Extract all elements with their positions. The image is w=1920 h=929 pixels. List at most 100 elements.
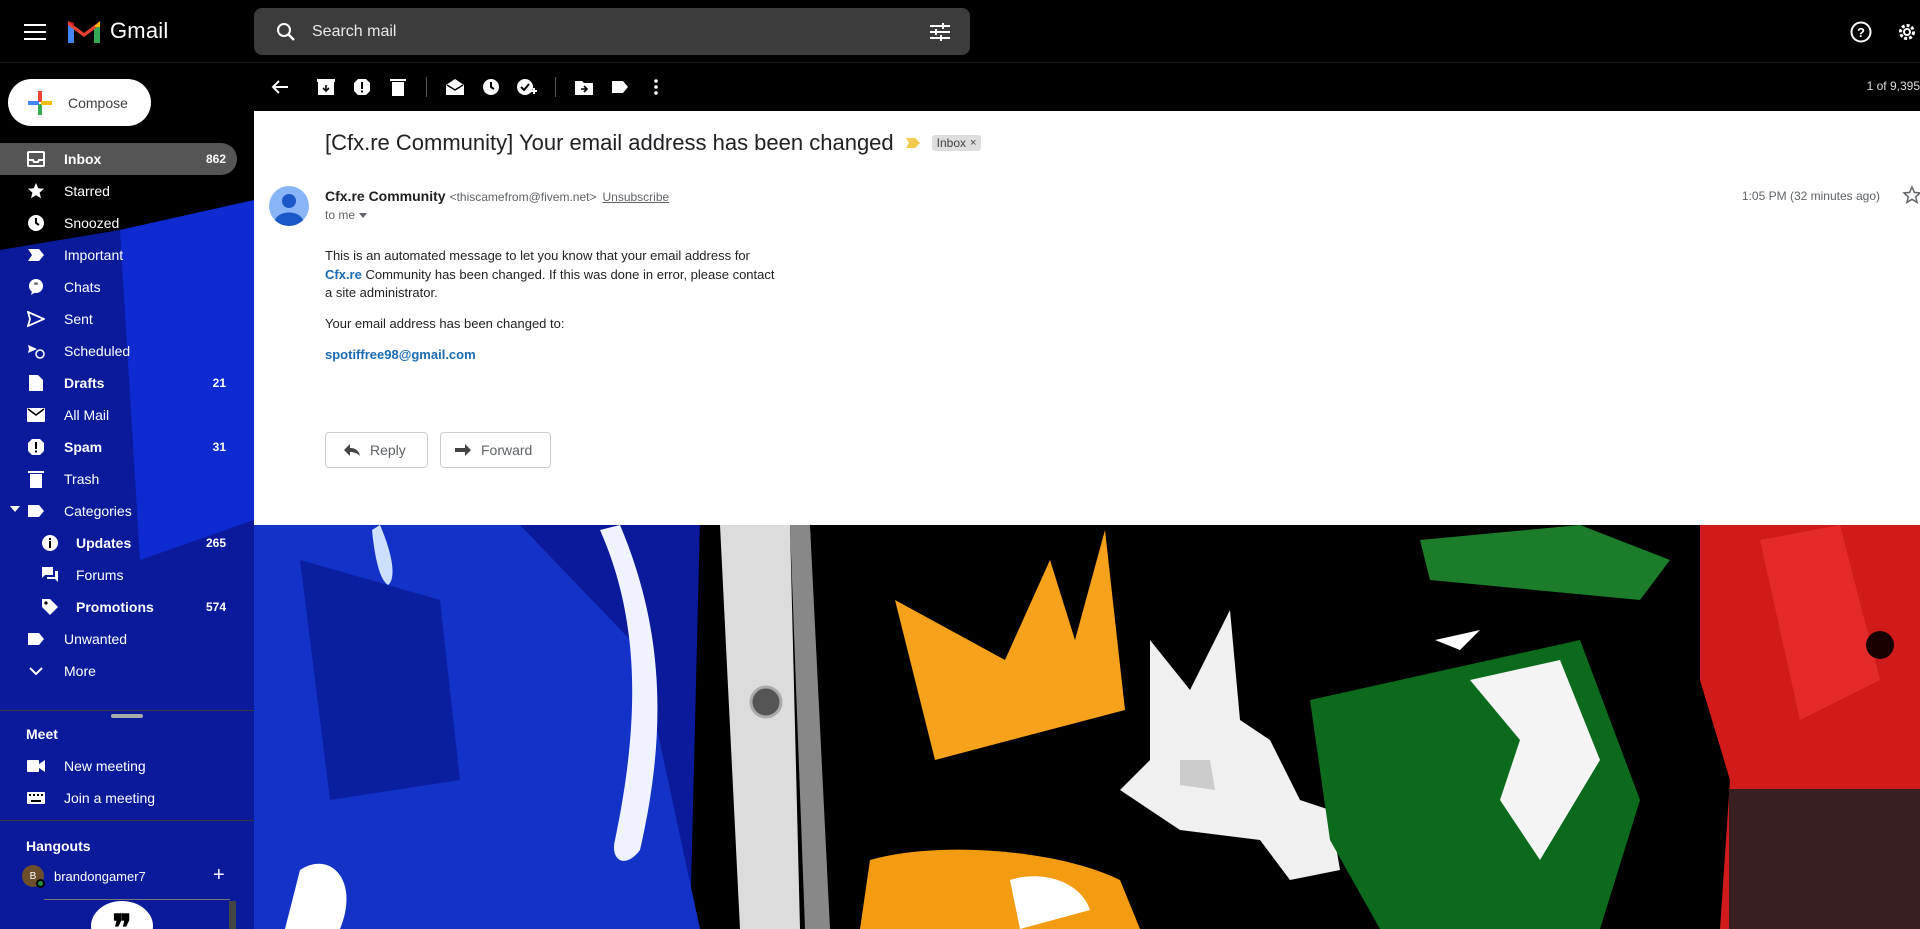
sidebar-item-label: Snoozed bbox=[64, 215, 120, 231]
chat-icon: " bbox=[26, 277, 46, 297]
body-paragraph: Your email address has been changed to: bbox=[325, 315, 565, 331]
avatar: B bbox=[22, 865, 45, 888]
inbox-label-chip[interactable]: Inbox × bbox=[931, 135, 982, 151]
keyboard-icon bbox=[26, 788, 46, 808]
sidebar-item-categories[interactable]: Categories bbox=[0, 495, 254, 527]
archive-button[interactable] bbox=[308, 69, 344, 105]
sidebar-item-updates[interactable]: Updates 265 bbox=[0, 527, 254, 559]
snooze-button[interactable] bbox=[473, 69, 509, 105]
task-add-icon bbox=[517, 79, 537, 95]
archive-icon bbox=[317, 79, 335, 95]
report-spam-button[interactable] bbox=[344, 69, 380, 105]
back-button[interactable] bbox=[262, 69, 298, 105]
search-box[interactable] bbox=[254, 8, 970, 55]
sidebar: Compose Inbox 862 Starred Snoozed Import… bbox=[0, 63, 254, 929]
forward-label: Forward bbox=[481, 442, 533, 458]
add-to-tasks-button[interactable] bbox=[509, 69, 545, 105]
top-bar: Gmail ? bbox=[0, 0, 1920, 63]
sidebar-item-inbox[interactable]: Inbox 862 bbox=[0, 143, 237, 175]
hangouts-user[interactable]: B brandongamer7 bbox=[22, 861, 146, 891]
reply-button[interactable]: Reply bbox=[325, 432, 428, 468]
compose-button[interactable]: Compose bbox=[8, 79, 151, 126]
recipient-details-toggle[interactable]: to me bbox=[325, 208, 368, 222]
labels-button[interactable] bbox=[602, 69, 638, 105]
message-subject-row: [Cfx.re Community] Your email address ha… bbox=[325, 130, 982, 156]
mail-open-icon bbox=[446, 79, 464, 95]
mark-unread-button[interactable] bbox=[437, 69, 473, 105]
sidebar-item-promotions[interactable]: Promotions 574 bbox=[0, 591, 254, 623]
sidebar-item-unwanted[interactable]: Unwanted bbox=[0, 623, 254, 655]
search-icon[interactable] bbox=[268, 14, 304, 50]
sidebar-item-label: More bbox=[64, 663, 96, 679]
sidebar-item-label: Trash bbox=[64, 471, 100, 487]
forward-button[interactable]: Forward bbox=[440, 432, 551, 468]
sidebar-item-more[interactable]: More bbox=[0, 655, 254, 687]
gmail-logo[interactable]: Gmail bbox=[66, 17, 168, 45]
svg-text:?: ? bbox=[1857, 25, 1865, 40]
recipient-label: to me bbox=[325, 208, 356, 222]
search-input[interactable] bbox=[312, 22, 922, 41]
forum-icon bbox=[40, 565, 60, 585]
delete-button[interactable] bbox=[380, 69, 416, 105]
sidebar-item-sent[interactable]: Sent bbox=[0, 303, 254, 335]
sidebar-item-forums[interactable]: Forums bbox=[0, 559, 254, 591]
overlay-panel bbox=[1729, 789, 1920, 929]
sidebar-item-starred[interactable]: Starred bbox=[0, 175, 254, 207]
message-subject: [Cfx.re Community] Your email address ha… bbox=[325, 130, 894, 155]
scrollbar[interactable] bbox=[229, 901, 236, 929]
sidebar-item-trash[interactable]: Trash bbox=[0, 463, 254, 495]
new-email-link[interactable]: spotiffree98@gmail.com bbox=[325, 347, 476, 362]
sidebar-item-label: Updates bbox=[76, 535, 132, 551]
remove-label-button[interactable]: × bbox=[970, 137, 976, 149]
unread-count: 21 bbox=[212, 376, 226, 390]
important-marker-icon[interactable] bbox=[905, 138, 920, 148]
main-menu-button[interactable] bbox=[17, 14, 53, 50]
join-meeting-label: Join a meeting bbox=[64, 790, 156, 806]
join-meeting-button[interactable]: Join a meeting bbox=[26, 782, 155, 814]
clock-icon bbox=[483, 79, 499, 95]
meet-section-title: Meet bbox=[26, 726, 58, 742]
more-vert-icon bbox=[654, 79, 658, 95]
trash-icon bbox=[390, 79, 406, 96]
sidebar-item-scheduled[interactable]: Scheduled bbox=[0, 335, 254, 367]
sender-avatar[interactable] bbox=[269, 186, 309, 226]
sidebar-item-label: Inbox bbox=[64, 151, 102, 167]
body-text-part: Community has been changed. If this was … bbox=[325, 266, 775, 301]
sidebar-item-chats[interactable]: " Chats bbox=[0, 271, 254, 303]
star-outline-icon bbox=[1902, 185, 1920, 204]
cfx-link[interactable]: Cfx.re bbox=[325, 267, 362, 282]
pagination-count: 1 of 9,395 bbox=[1866, 79, 1920, 93]
nav-list: Inbox 862 Starred Snoozed Important " Ch… bbox=[0, 143, 254, 687]
trash-icon bbox=[26, 469, 46, 489]
sidebar-item-label: Spam bbox=[64, 439, 103, 455]
gear-icon[interactable] bbox=[1889, 14, 1920, 50]
sidebar-item-snoozed[interactable]: Snoozed bbox=[0, 207, 254, 239]
unread-count: 862 bbox=[205, 152, 226, 166]
toolbar-separator bbox=[426, 77, 427, 97]
search-options-icon[interactable] bbox=[922, 14, 958, 50]
resize-handle[interactable] bbox=[111, 714, 143, 718]
move-to-button[interactable] bbox=[566, 69, 602, 105]
sidebar-item-label: All Mail bbox=[64, 407, 110, 423]
sidebar-item-spam[interactable]: Spam 31 bbox=[0, 431, 254, 463]
add-hangout-button[interactable]: + bbox=[213, 864, 225, 887]
send-icon bbox=[26, 309, 46, 329]
sidebar-item-important[interactable]: Important bbox=[0, 239, 254, 271]
inbox-icon bbox=[26, 149, 46, 169]
star-button[interactable] bbox=[1902, 185, 1920, 210]
info-icon bbox=[40, 533, 60, 553]
sidebar-item-drafts[interactable]: Drafts 21 bbox=[0, 367, 254, 399]
help-icon[interactable]: ? bbox=[1843, 14, 1879, 50]
sidebar-item-label: Drafts bbox=[64, 375, 105, 391]
hamburger-icon bbox=[24, 24, 46, 40]
sender-name[interactable]: Cfx.re Community bbox=[325, 188, 446, 204]
more-options-button[interactable] bbox=[638, 69, 674, 105]
sidebar-item-all-mail[interactable]: All Mail bbox=[0, 399, 254, 431]
unsubscribe-link[interactable]: Unsubscribe bbox=[602, 190, 669, 204]
sidebar-item-label: Promotions bbox=[76, 599, 154, 615]
toolbar-separator bbox=[555, 77, 556, 97]
caret-down-icon[interactable] bbox=[10, 506, 20, 512]
sidebar-item-label: Scheduled bbox=[64, 343, 131, 359]
new-meeting-button[interactable]: New meeting bbox=[26, 750, 146, 782]
important-icon bbox=[26, 245, 46, 265]
